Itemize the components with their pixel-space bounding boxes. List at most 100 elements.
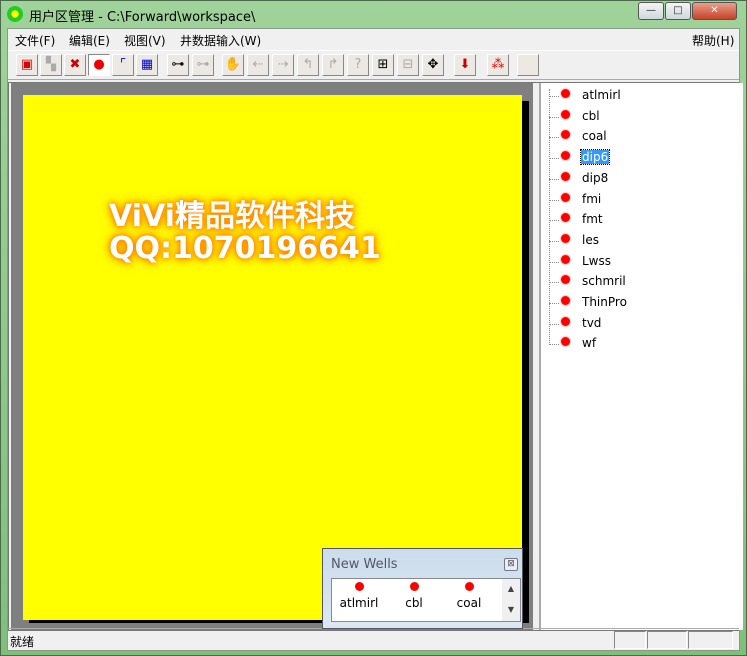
query-button[interactable]: ? [347, 54, 369, 76]
menu-bar: 文件(F) 编辑(E) 视图(V) 井数据输入(W) 帮助(H) [8, 29, 739, 49]
new-well-item[interactable]: coal [444, 582, 494, 610]
step-right-icon: ↱ [327, 57, 339, 72]
new-well-label: atlmirl [339, 596, 379, 610]
well-icon [561, 89, 570, 98]
step-left-icon: ↰ [302, 57, 314, 72]
well-icon [561, 316, 570, 326]
blank-button[interactable] [517, 54, 539, 76]
new-well-label: cbl [405, 596, 423, 610]
binoculars-icon: ⊶ [171, 57, 185, 72]
tree-item-label: tvd [582, 315, 602, 330]
delete-icon: ✖ [69, 57, 81, 72]
well-icon [561, 296, 570, 305]
download-button[interactable]: ⬇ [454, 54, 476, 76]
menu-file[interactable]: 文件(F) [15, 32, 55, 49]
new-well-button[interactable]: ▣ [16, 54, 38, 76]
well-icon [464, 582, 474, 591]
query-icon: ? [354, 57, 362, 72]
scrollbar[interactable]: ▲ ▼ [502, 579, 520, 621]
app-window: 用户区管理 - C:\Forward\workspace\ — □ ✕ 文件(F… [0, 0, 747, 656]
well-icon [561, 275, 570, 285]
well-icon [561, 130, 570, 140]
copy-button[interactable]: ▚ [40, 54, 62, 76]
well-icon [561, 233, 570, 243]
wells-cluster-icon: ⁂ [491, 57, 505, 72]
minimize-button[interactable]: — [638, 2, 664, 20]
tree-item-label: atlmirl [582, 88, 621, 102]
step-right-button[interactable]: ↱ [322, 54, 344, 76]
title-bar: 用户区管理 - C:\Forward\workspace\ — □ ✕ [1, 1, 746, 27]
copy-icon: ▚ [46, 57, 56, 72]
wells-cluster-button[interactable]: ⁂ [487, 54, 509, 76]
tree-item-label: coal [582, 129, 607, 144]
tree-item-label: fmt [582, 212, 603, 227]
watermark-line-2: QQ:1070196641 [109, 231, 381, 266]
tree-item-label: cbl [582, 108, 600, 123]
download-icon: ⬇ [459, 57, 471, 72]
well-tree: atlmirl cbl coal dip6 dip8 fmi fmt les Lwss schmr… [539, 83, 743, 630]
scroll-up-button[interactable]: ▲ [502, 584, 520, 593]
well-icon [561, 171, 570, 181]
well-icon [561, 337, 570, 347]
status-bar: 就绪 [8, 628, 739, 650]
import-icon: ⊞ [377, 57, 389, 72]
move-left-button[interactable]: ⇠ [247, 54, 269, 76]
well-icon [561, 192, 570, 202]
binoculars-disabled-button[interactable]: ⊶ [192, 54, 214, 76]
tree-item-label: schmril [582, 274, 626, 289]
scroll-down-button[interactable]: ▼ [502, 605, 520, 614]
move-right-icon: ⇢ [277, 57, 289, 72]
well-marker-icon: ● [93, 57, 105, 72]
axis-icon: ⌜ [119, 57, 127, 72]
maximize-button[interactable]: □ [665, 2, 691, 20]
grid-button[interactable]: ▦ [136, 54, 158, 76]
pan-arrows-icon: ✥ [427, 57, 439, 72]
new-well-item[interactable]: atlmirl [334, 582, 384, 610]
new-wells-panel: New Wells ⊠ ▲ ▼ atlmirl cbl coal [322, 548, 523, 629]
well-icon [409, 582, 419, 591]
app-icon [7, 6, 23, 22]
menu-view[interactable]: 视图(V) [124, 32, 166, 49]
new-well-icon: ▣ [20, 57, 34, 72]
export-button[interactable]: ⊟ [397, 54, 419, 76]
delete-button[interactable]: ✖ [64, 54, 86, 76]
tree-item-label: fmi [582, 191, 602, 206]
hand-button[interactable]: ✋ [222, 54, 244, 76]
move-right-button[interactable]: ⇢ [272, 54, 294, 76]
new-wells-list: ▲ ▼ atlmirl cbl coal [331, 578, 521, 622]
tree-item-label: wf [582, 336, 597, 351]
import-button[interactable]: ⊞ [372, 54, 394, 76]
new-well-label: coal [456, 596, 482, 610]
pan-arrows-button[interactable]: ✥ [422, 54, 444, 76]
tree-item-label: dip6 [579, 149, 611, 166]
well-icon [561, 109, 570, 119]
menu-edit[interactable]: 编辑(E) [69, 32, 110, 49]
window-title: 用户区管理 - C:\Forward\workspace\ [29, 10, 256, 25]
menu-help[interactable]: 帮助(H) [692, 32, 734, 49]
close-button[interactable]: ✕ [692, 2, 737, 20]
toolbar: ▣ ▚ ✖ ● ⌜ ▦ ⊶ ⊶ ✋ ⇠ ⇢ ↰ ↱? ⊞ ⊟ ✥ ⬇ ⁂ [8, 50, 739, 80]
well-icon [561, 254, 570, 264]
new-wells-title: New Wells [331, 557, 398, 572]
export-icon: ⊟ [402, 57, 414, 72]
binoculars-button[interactable]: ⊶ [167, 54, 189, 76]
new-wells-close-button[interactable]: ⊠ [504, 558, 518, 571]
well-icon [354, 582, 364, 591]
tree-item-label: dip8 [582, 170, 609, 185]
step-left-button[interactable]: ↰ [297, 54, 319, 76]
grid-icon: ▦ [140, 57, 154, 72]
hand-icon: ✋ [224, 57, 242, 72]
status-text: 就绪 [10, 635, 35, 649]
binoculars-disabled-icon: ⊶ [196, 57, 210, 72]
axis-button[interactable]: ⌜ [112, 54, 134, 76]
menu-well-data-input[interactable]: 井数据输入(W) [180, 32, 261, 49]
move-left-icon: ⇠ [252, 57, 264, 72]
tree-item-label: ThinPro [582, 295, 627, 309]
well-icon [561, 213, 570, 223]
tree-item-label: Lwss [582, 253, 612, 268]
watermark-line-1: ViVi精品软件科技 [109, 199, 355, 234]
well-marker-button[interactable]: ● [88, 54, 110, 76]
well-icon [561, 151, 570, 161]
new-well-item[interactable]: cbl [389, 582, 439, 610]
map-canvas[interactable]: ViVi精品软件科技 QQ:1070196641 [23, 95, 522, 620]
